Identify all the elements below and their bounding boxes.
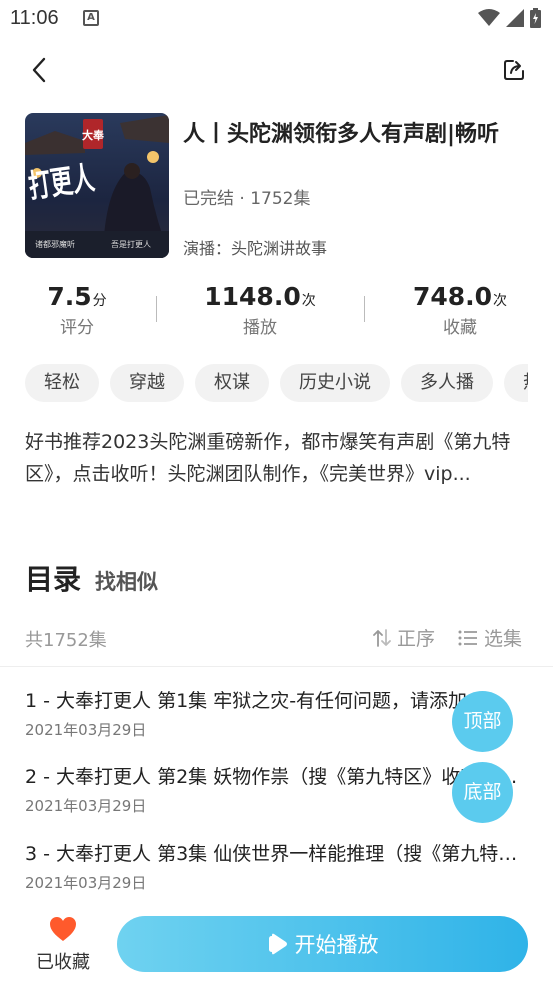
- status-bar: 11:06 A: [0, 0, 553, 38]
- wifi-icon: [478, 9, 500, 26]
- cover-title-top: 大奉: [82, 128, 105, 142]
- book-title: 人丨头陀渊领衔多人有声剧|畅听: [183, 122, 500, 147]
- episode-item[interactable]: 2 - 大奉打更人 第2集 妖物作祟（搜《第九特区》收听头陀渊新作） 2021年…: [25, 762, 525, 816]
- find-similar-button[interactable]: 找相似: [95, 566, 158, 596]
- cover-footer-right: 吾是打更人: [111, 239, 151, 249]
- tag-chip[interactable]: 权谋: [195, 364, 269, 402]
- episode-date: 2021年03月29日: [25, 874, 147, 892]
- status-time: 11:06: [10, 7, 59, 29]
- scroll-top-button[interactable]: 顶部: [452, 691, 513, 752]
- chevron-left-icon: [32, 57, 46, 83]
- heart-icon: [50, 917, 76, 941]
- share-icon: [504, 60, 524, 80]
- scroll-bottom-button[interactable]: 底部: [452, 762, 513, 823]
- episode-date: 2021年03月29日: [25, 721, 147, 739]
- book-narrator[interactable]: 演播：头陀渊讲故事: [183, 235, 327, 259]
- stat-favorites-label: 收藏: [443, 318, 477, 338]
- book-meta: 已完结 · 1752集: [183, 189, 311, 209]
- stat-favorites: 748.0次 收藏: [370, 282, 550, 338]
- tag-chip[interactable]: 热: [504, 364, 528, 402]
- cover-footer-left: 诸都邪魔听: [35, 239, 75, 249]
- episode-item[interactable]: 3 - 大奉打更人 第3集 仙侠世界一样能推理（搜《第九特区》收听） 2021年…: [25, 839, 525, 893]
- favorite-button[interactable]: 已收藏: [28, 916, 98, 974]
- episode-title: 3 - 大奉打更人 第3集 仙侠世界一样能推理（搜《第九特区》收听）: [25, 843, 525, 865]
- stats-row: 7.5分 评分 1148.0次 播放 748.0次 收藏: [0, 282, 553, 342]
- tag-chip[interactable]: 穿越: [110, 364, 184, 402]
- catalog-header: 目录 找相似: [25, 558, 158, 598]
- stat-plays-label: 播放: [243, 318, 277, 338]
- stat-favorites-unit: 次: [493, 293, 508, 309]
- tag-chip[interactable]: 多人播: [401, 364, 493, 402]
- stat-rating-value: 7.5: [47, 282, 92, 311]
- stat-rating-unit: 分: [92, 293, 107, 309]
- stat-plays-unit: 次: [301, 293, 316, 309]
- status-icons: [478, 8, 541, 28]
- select-episodes-button[interactable]: 选集: [458, 624, 522, 651]
- catalog-toolbar: 共1752集 正序 选集: [0, 620, 553, 656]
- divider: [0, 666, 553, 667]
- share-button[interactable]: [499, 55, 529, 85]
- start-play-label: 开始播放: [294, 933, 379, 957]
- stat-divider: [156, 296, 157, 322]
- cover-art: 大奉 打更人 诸都邪魔听 吾是打更人: [25, 113, 169, 258]
- book-cover: 大奉 打更人 诸都邪魔听 吾是打更人: [25, 113, 169, 258]
- list-icon: [458, 630, 477, 645]
- episode-total: 共1752集: [25, 630, 107, 651]
- sort-icon: [373, 628, 391, 647]
- back-button[interactable]: [24, 55, 54, 85]
- play-icon: [268, 933, 287, 955]
- bottom-bar: 已收藏 开始播放: [0, 906, 553, 984]
- episode-item[interactable]: 1 - 大奉打更人 第1集 牢狱之灾-有任何问题，请添加 2021年03月29日: [25, 686, 525, 740]
- sort-button[interactable]: 正序: [373, 624, 435, 651]
- tag-chip[interactable]: 轻松: [25, 364, 99, 402]
- catalog-title: 目录: [25, 563, 82, 596]
- stat-rating: 7.5分 评分: [0, 282, 167, 338]
- episode-title: 1 - 大奉打更人 第1集 牢狱之灾-有任何问题，请添加: [25, 690, 468, 712]
- stat-plays-value: 1148.0: [204, 282, 301, 311]
- start-play-button[interactable]: 开始播放: [117, 916, 528, 972]
- tag-list: 轻松穿越权谋历史小说多人播热: [25, 364, 528, 402]
- battery-icon: [530, 8, 541, 28]
- nav-bar: [0, 50, 553, 90]
- episode-date: 2021年03月29日: [25, 797, 147, 815]
- episode-title: 2 - 大奉打更人 第2集 妖物作祟（搜《第九特区》收听头陀渊新作）: [25, 766, 525, 788]
- select-label: 选集: [484, 628, 523, 650]
- app-notification-icon: A: [83, 10, 99, 26]
- stat-plays: 1148.0次 播放: [170, 282, 350, 338]
- signal-icon: [506, 9, 524, 27]
- stat-favorites-value: 748.0: [412, 282, 493, 311]
- stat-divider: [364, 296, 365, 322]
- stat-rating-label: 评分: [60, 318, 94, 338]
- tag-chip[interactable]: 历史小说: [280, 364, 390, 402]
- sort-label: 正序: [397, 628, 436, 650]
- favorite-label: 已收藏: [36, 952, 90, 973]
- book-description[interactable]: 好书推荐2023头陀渊重磅新作，都市爆笑有声剧《第九特区》，点击收听！头陀渊团队…: [25, 426, 530, 490]
